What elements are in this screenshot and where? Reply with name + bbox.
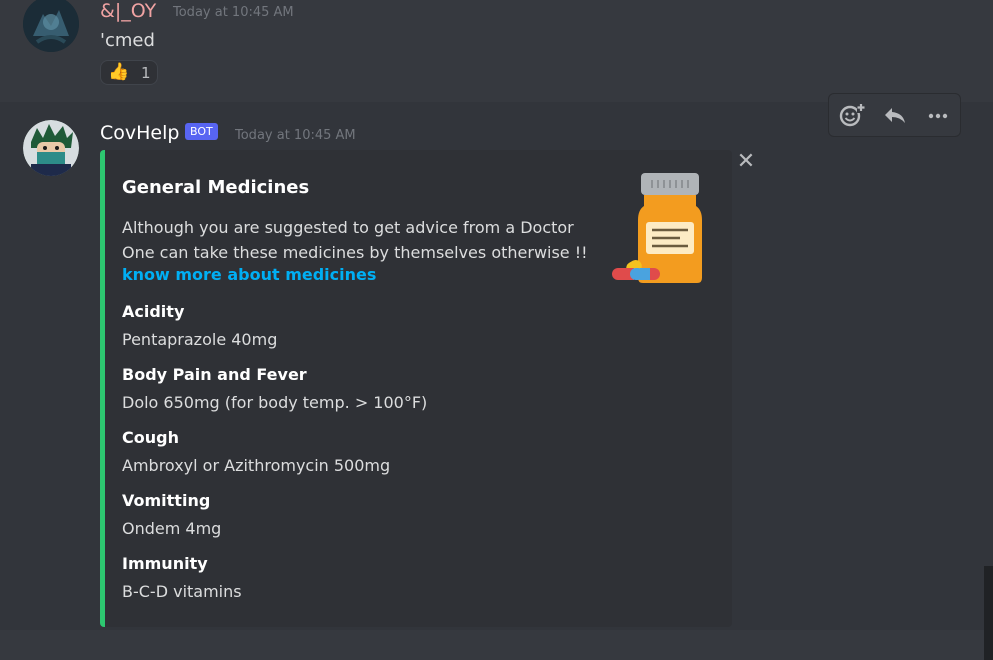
close-icon[interactable]: ✕ [734, 150, 758, 174]
avatar[interactable] [23, 0, 79, 52]
field-name: Body Pain and Fever [122, 365, 307, 384]
embed-link[interactable]: know more about medicines [122, 265, 376, 284]
embed-description-line: One can take these medicines by themselv… [122, 243, 588, 262]
avatar[interactable] [23, 120, 79, 176]
timestamp: Today at 10:45 AM [235, 128, 356, 143]
timestamp: Today at 10:45 AM [173, 5, 294, 20]
embed-title: General Medicines [122, 177, 310, 198]
field-value: Dolo 650mg (for body temp. > 100°F) [122, 393, 428, 412]
embed-description-line: Although you are suggested to get advice… [122, 218, 574, 237]
add-reaction-icon[interactable] [834, 100, 870, 130]
scrollbar[interactable] [984, 566, 993, 660]
embed-description: Although you are suggested to get advice… [122, 215, 588, 265]
avatar-art-icon [23, 0, 79, 52]
field-value: Ondem 4mg [122, 519, 222, 538]
field-value: Ambroxyl or Azithromycin 500mg [122, 456, 391, 475]
field-name: Acidity [122, 302, 185, 321]
field-name: Immunity [122, 554, 208, 573]
bot-username[interactable]: CovHelp [100, 122, 179, 144]
field-value: Pentaprazole 40mg [122, 330, 278, 349]
chat-view: &|_OY Today at 10:45 AM 'cmed 👍 1 CovHel… [0, 0, 993, 660]
more-icon[interactable] [920, 100, 956, 130]
message-toolbar [828, 93, 961, 137]
medicine-bottle-icon[interactable] [604, 170, 708, 286]
field-value: B-C-D vitamins [122, 582, 242, 601]
thumbs-up-icon: 👍 [108, 62, 130, 82]
chat-bottom-area [0, 630, 993, 660]
field-name: Cough [122, 428, 179, 447]
message-text: 'cmed [100, 30, 155, 51]
username[interactable]: &|_OY [100, 0, 156, 22]
reaction-count: 1 [141, 64, 151, 82]
reaction-button[interactable]: 👍 1 [100, 60, 158, 85]
bot-avatar-icon [23, 120, 79, 176]
bot-badge: BOT [185, 123, 218, 140]
reply-icon[interactable] [877, 100, 913, 130]
field-name: Vomitting [122, 491, 211, 510]
